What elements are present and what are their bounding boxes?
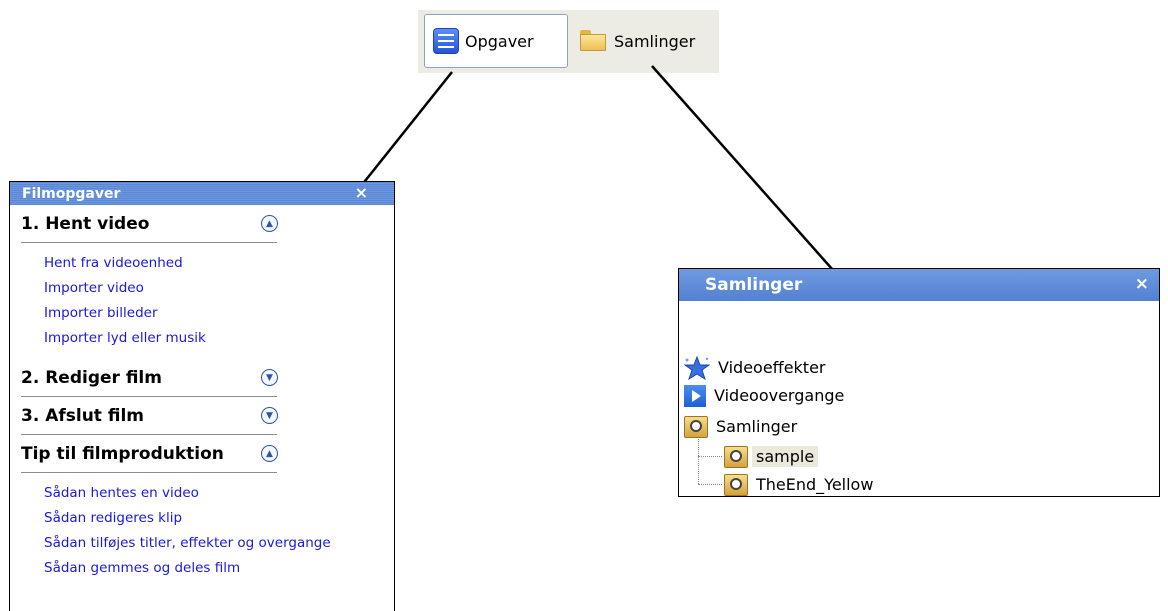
collection-reel-icon (684, 415, 708, 438)
movie-tasks-title-bar: Filmopgaver × (10, 182, 394, 205)
section-finish-movie: 3. Afslut film ▼ (21, 397, 278, 435)
tree-item-video-transitions[interactable]: Videoovergange (684, 382, 848, 409)
tip-link[interactable]: Sådan gemmes og deles film (44, 556, 277, 581)
chevron-down-icon[interactable]: ▼ (261, 369, 278, 386)
movie-tasks-pane: Filmopgaver × 1. Hent video ▲ Hent fra v… (9, 181, 395, 611)
tree-item-label: sample (752, 446, 819, 467)
tip-link[interactable]: Sådan hentes en video (44, 481, 277, 506)
task-link[interactable]: Importer lyd eller musik (44, 326, 277, 351)
tree-connector (698, 484, 722, 485)
tip-link[interactable]: Sådan redigeres klip (44, 506, 277, 531)
tip-link[interactable]: Sådan tilføjes titler, effekter og overg… (44, 531, 331, 556)
tree-item-label: Samlinger (716, 417, 798, 436)
tree-item-theend-yellow[interactable]: TheEnd_Yellow (724, 471, 877, 498)
section-links: Sådan hentes en video Sådan redigeres kl… (21, 473, 331, 589)
collections-tree: Videoeffekter Videoovergange Samlinger s… (679, 301, 1159, 496)
tree-item-sample[interactable]: sample (724, 443, 819, 470)
collection-reel-icon (724, 445, 748, 468)
transition-icon (684, 384, 706, 407)
collections-title: Samlinger (705, 275, 803, 295)
tree-item-label: Videoeffekter (718, 358, 826, 377)
section-title: 1. Hent video (21, 213, 150, 234)
task-link[interactable]: Importer video (44, 276, 277, 301)
collections-title-bar: Samlinger × (679, 269, 1159, 301)
chevron-up-icon[interactable]: ▲ (261, 215, 278, 232)
chevron-down-icon[interactable]: ▼ (261, 407, 278, 424)
chevron-up-icon[interactable]: ▲ (261, 445, 278, 462)
section-header[interactable]: 2. Rediger film ▼ (21, 359, 278, 397)
section-header[interactable]: Tip til filmproduktion ▲ (21, 435, 278, 473)
task-link[interactable]: Importer billeder (44, 301, 277, 326)
callout-line-collections (651, 65, 857, 297)
section-header[interactable]: 3. Afslut film ▼ (21, 397, 278, 435)
tree-connector (698, 456, 722, 457)
task-link[interactable]: Hent fra videoenhed (44, 251, 277, 276)
close-icon[interactable]: × (1135, 274, 1149, 294)
section-header[interactable]: 1. Hent video ▲ (21, 205, 278, 243)
section-movie-tips: Tip til filmproduktion ▲ Sådan hentes en… (21, 435, 331, 589)
section-title: Tip til filmproduktion (21, 443, 224, 464)
section-links: Hent fra videoenhed Importer video Impor… (21, 243, 277, 359)
star-icon (684, 355, 710, 380)
section-capture-video: 1. Hent video ▲ Hent fra videoenhed Impo… (21, 205, 278, 359)
close-icon[interactable]: × (355, 183, 368, 202)
tree-item-video-effects[interactable]: Videoeffekter (684, 354, 830, 381)
tree-item-collections[interactable]: Samlinger (684, 413, 801, 440)
collections-pane: Samlinger × Videoeffekter Videoovergange… (678, 268, 1160, 497)
tree-item-label: TheEnd_Yellow (756, 475, 874, 494)
collection-reel-icon (724, 473, 748, 496)
tree-item-label: Videoovergange (714, 386, 845, 405)
section-edit-movie: 2. Rediger film ▼ (21, 359, 278, 397)
section-title: 3. Afslut film (21, 405, 144, 426)
movie-tasks-title: Filmopgaver (22, 185, 121, 202)
section-title: 2. Rediger film (21, 367, 162, 388)
